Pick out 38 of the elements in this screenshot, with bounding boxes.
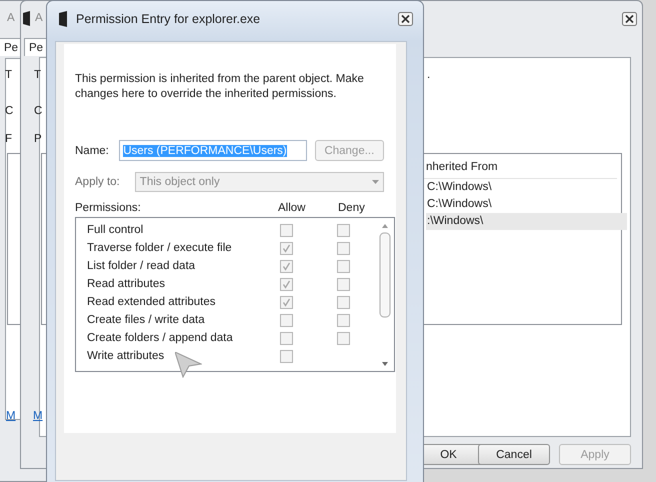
permission-name: Create folders / append data — [87, 332, 234, 344]
permission-name: Create files / write data — [87, 314, 206, 326]
dialog-button[interactable]: Cancel — [478, 444, 550, 465]
apply-to-label: Apply to: — [75, 176, 121, 188]
deny-header: Deny — [338, 202, 365, 214]
permission-name: Read extended attributes — [87, 296, 217, 308]
label: T — [5, 69, 12, 81]
link[interactable]: M — [33, 410, 43, 422]
list-row[interactable]: C:\Windows\ — [426, 179, 627, 196]
dropdown-arrow-icon — [372, 180, 379, 184]
window-title: A — [7, 12, 15, 24]
permission-name: Write attributes — [87, 350, 166, 362]
tab[interactable]: Pe — [24, 38, 48, 56]
label: C — [34, 105, 42, 117]
window-title: A — [35, 12, 43, 24]
permissions-label: Permissions: — [75, 202, 142, 214]
window-title: Permission Entry for explorer.exe — [76, 12, 260, 26]
column-header[interactable]: nherited From — [426, 161, 498, 173]
link[interactable]: M — [6, 410, 16, 422]
permission-name: Traverse folder / execute file — [87, 242, 233, 254]
message-text: This permission is inherited from the parent object. Make changes here to override the inherited permissions. — [75, 72, 365, 102]
label: T — [34, 69, 42, 81]
list-row[interactable]: C:\Windows\ — [426, 196, 627, 213]
allow-header: Allow — [278, 202, 306, 214]
permission-name: List folder / read data — [87, 260, 196, 272]
permission-name: Read attributes — [87, 278, 166, 290]
label: . — [427, 69, 430, 81]
label: F — [5, 133, 12, 145]
label: C — [5, 105, 14, 117]
document-icon — [23, 11, 31, 26]
list-row[interactable]: :\Windows\ — [426, 213, 627, 230]
permission-name: Full control — [87, 224, 144, 236]
document-icon — [59, 11, 68, 27]
close-icon[interactable] — [622, 12, 637, 26]
close-icon[interactable] — [398, 12, 413, 26]
name-label: Name: — [75, 144, 110, 156]
cursor-icon — [175, 352, 202, 378]
label: P — [34, 133, 42, 145]
